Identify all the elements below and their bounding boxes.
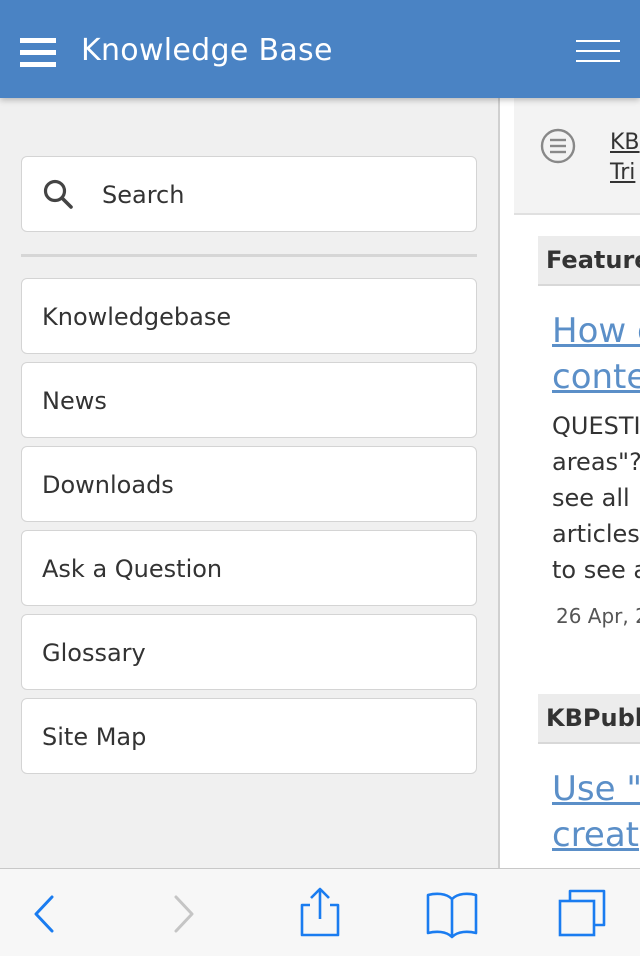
section-heading: KBPubl — [538, 694, 640, 744]
section-heading-text: Feature — [546, 246, 640, 274]
excerpt-line: to see a — [552, 556, 640, 584]
tabs-icon — [558, 889, 606, 937]
sidebar-item-ask-a-question[interactable]: Ask a Question — [21, 530, 477, 606]
sidebar-item-label: Site Map — [42, 723, 147, 751]
page-title: Knowledge Base — [81, 33, 333, 68]
navigation-toggle-icon[interactable] — [576, 38, 620, 66]
sidebar-item-label: Ask a Question — [42, 555, 223, 583]
sidebar-separator — [21, 254, 477, 257]
sidebar-item-label: Downloads — [42, 471, 174, 499]
article-title-link[interactable]: How c conte — [552, 308, 640, 400]
sidebar-item-label: Knowledgebase — [42, 303, 232, 331]
search-box[interactable] — [21, 156, 477, 232]
excerpt-line: QUESTI — [552, 412, 640, 440]
share-icon — [300, 887, 340, 937]
sidebar-item-downloads[interactable]: Downloads — [21, 446, 477, 522]
excerpt-line: see all — [552, 484, 630, 512]
search-icon — [43, 179, 73, 209]
toc-link-line: Tri — [610, 160, 636, 185]
article-title-line: creat — [552, 815, 640, 855]
article-excerpt: QUESTI areas"? see all articles to see a — [552, 408, 640, 588]
section-heading-text: KBPubl — [546, 704, 640, 732]
list-icon[interactable] — [540, 128, 576, 164]
app-header: Knowledge Base — [0, 0, 640, 98]
toc-link-line: KB — [610, 130, 640, 155]
bookmarks-button[interactable] — [422, 883, 482, 943]
main-content: KB Tri Feature How c conte QUESTI areas"… — [500, 98, 640, 868]
excerpt-line: articles — [552, 520, 640, 548]
share-button[interactable] — [290, 883, 350, 943]
article-title-line: Use " — [552, 769, 640, 809]
toc-bar: KB Tri — [514, 98, 640, 215]
sidebar-item-site-map[interactable]: Site Map — [21, 698, 477, 774]
browser-toolbar — [0, 868, 640, 956]
article-title-line: How c — [552, 311, 640, 351]
article-title-line: conte — [552, 357, 640, 397]
article-title-link[interactable]: Use " creat — [552, 766, 640, 858]
search-input[interactable] — [102, 175, 462, 215]
sidebar: Knowledgebase News Downloads Ask a Quest… — [0, 98, 498, 868]
sidebar-item-knowledgebase[interactable]: Knowledgebase — [21, 278, 477, 354]
bookmarks-book-icon — [426, 892, 478, 939]
section-heading: Feature — [538, 236, 640, 286]
forward-button[interactable] — [152, 883, 212, 943]
excerpt-line: areas"? — [552, 448, 640, 476]
article-date: 26 Apr, 2 — [556, 604, 640, 628]
forward-chevron-icon — [174, 895, 194, 933]
sidebar-item-label: News — [42, 387, 107, 415]
back-chevron-icon — [34, 895, 54, 933]
sidebar-item-glossary[interactable]: Glossary — [21, 614, 477, 690]
hamburger-menu-icon[interactable] — [20, 36, 56, 70]
sidebar-item-news[interactable]: News — [21, 362, 477, 438]
tabs-button[interactable] — [554, 883, 614, 943]
sidebar-item-label: Glossary — [42, 639, 146, 667]
toc-link[interactable]: KB Tri — [610, 128, 640, 188]
back-button[interactable] — [14, 883, 74, 943]
